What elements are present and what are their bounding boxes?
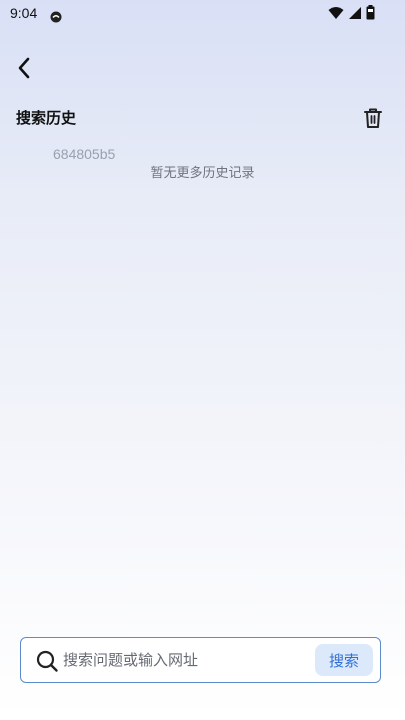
wifi-icon — [328, 5, 344, 24]
section-title: 搜索历史 — [16, 110, 77, 127]
battery-icon — [366, 4, 375, 24]
back-button[interactable] — [10, 54, 38, 86]
search-input[interactable] — [63, 646, 309, 674]
search-button[interactable]: 搜索 — [315, 644, 373, 676]
empty-history-message: 暂无更多历史记录 — [150, 166, 255, 181]
notification-app-icon — [50, 8, 62, 23]
status-bar: 9:04 — [0, 0, 405, 28]
back-arrow-icon — [16, 56, 32, 84]
signal-icon — [348, 5, 362, 24]
watermark-text: 684805b5 — [53, 146, 116, 162]
status-icons — [328, 4, 375, 24]
search-bar: 搜索 — [20, 637, 381, 683]
status-time: 9:04 — [10, 5, 38, 21]
search-icon — [35, 649, 59, 673]
trash-icon — [363, 107, 383, 133]
clear-history-button[interactable] — [361, 106, 385, 134]
